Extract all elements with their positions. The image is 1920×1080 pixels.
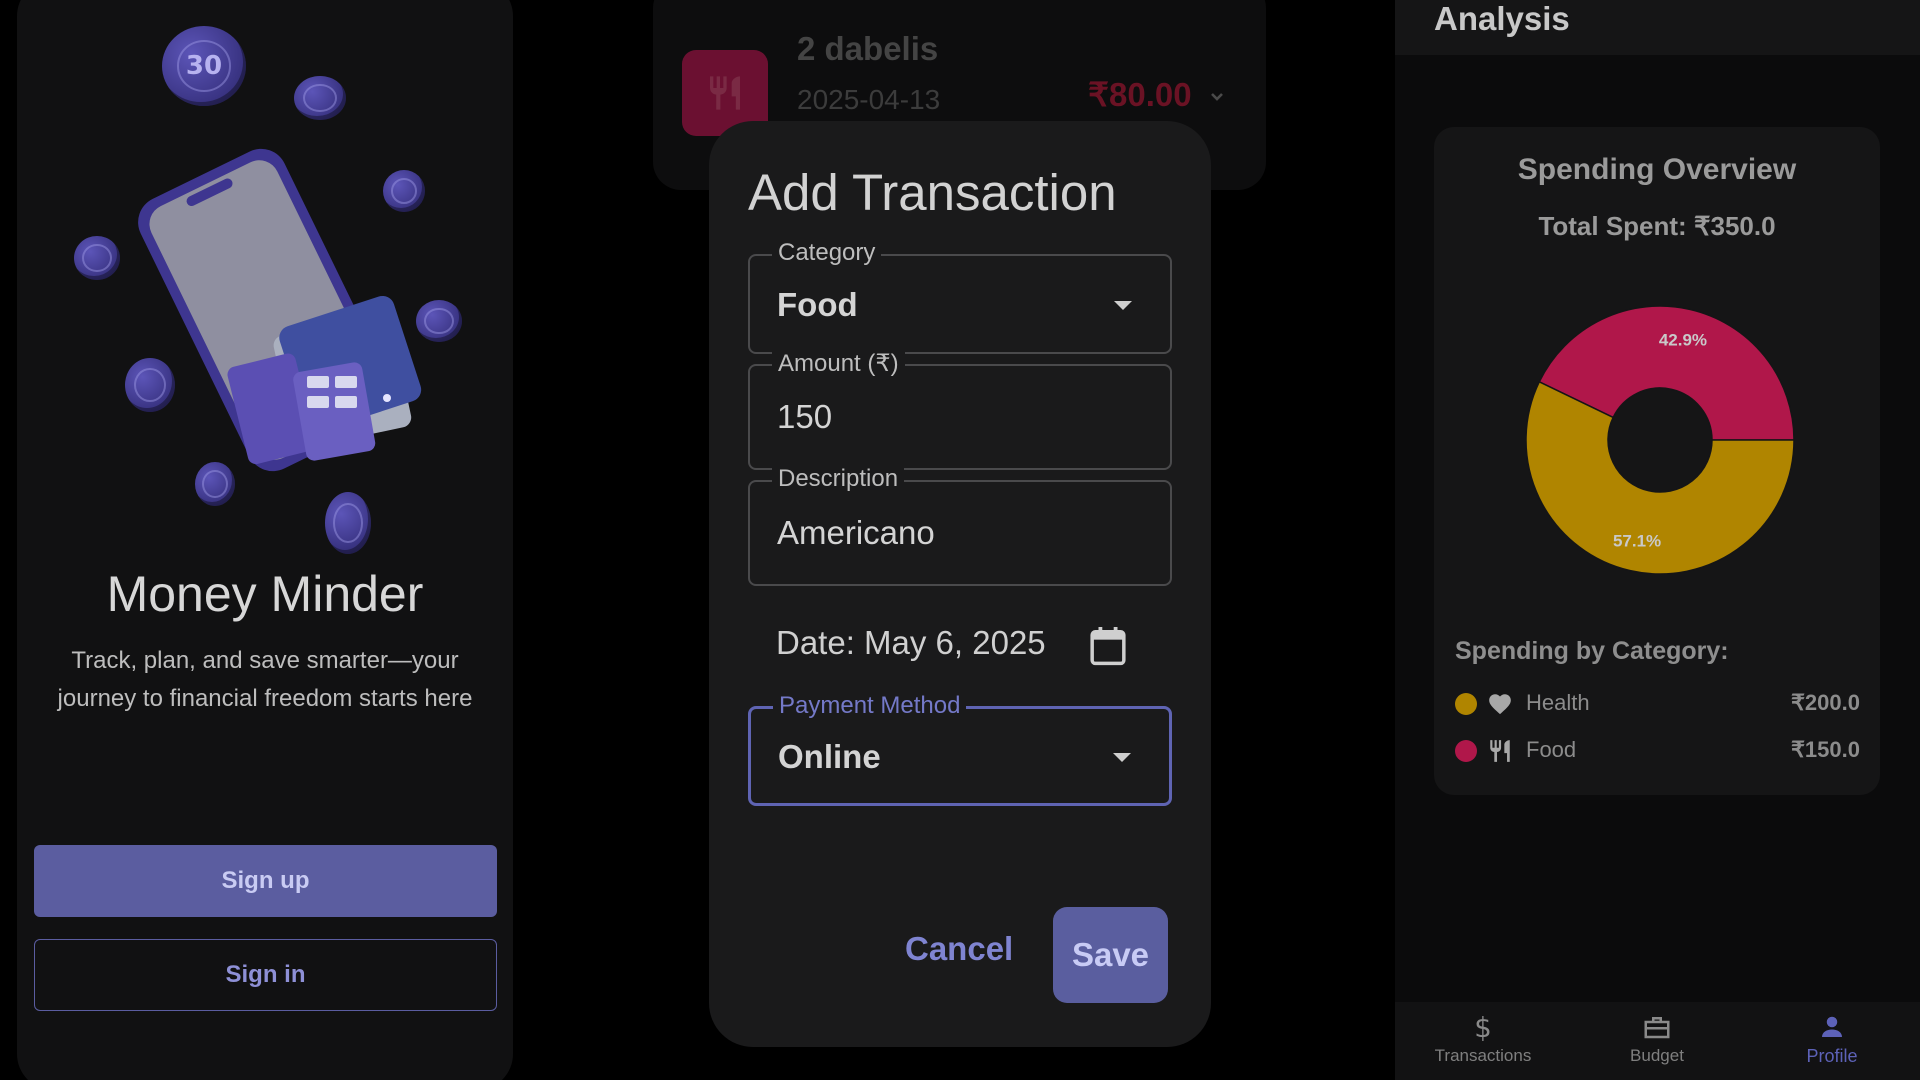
nav-label: Profile	[1806, 1046, 1858, 1066]
dropdown-arrow-icon	[1113, 753, 1131, 762]
category-amount: ₹200.0	[1790, 690, 1860, 715]
sign-up-button[interactable]: Sign up	[34, 845, 497, 917]
nav-item-profile[interactable]: Profile	[1762, 1012, 1902, 1067]
amount-label: Amount (₹)	[772, 349, 905, 378]
category-row-health: Health ₹200.0	[1455, 689, 1860, 719]
category-name: Food	[1526, 737, 1577, 762]
description-label: Description	[772, 465, 905, 493]
description-field[interactable]: Description Americano	[748, 465, 1172, 586]
transaction-date: 2025-04-13	[797, 84, 941, 115]
donut-label-food: 42.9%	[1659, 331, 1707, 350]
hero-illustration: 30	[17, 0, 513, 580]
transaction-amount: ₹80.00	[1088, 76, 1192, 113]
app-tagline: Track, plan, and save smarter—your journ…	[57, 647, 473, 712]
nav-label: Budget	[1630, 1046, 1684, 1065]
svg-text:$: $	[1474, 1012, 1492, 1042]
category-value: Food	[777, 286, 858, 323]
total-spent: Total Spent: ₹350.0	[1538, 211, 1776, 241]
amount-field[interactable]: Amount (₹) 150	[748, 349, 1172, 470]
transaction-name: 2 dabelis	[797, 30, 939, 67]
briefcase-icon	[1644, 1017, 1670, 1039]
payment-method-dropdown[interactable]: Payment Method Online	[748, 692, 1172, 806]
coin-badge-icon: 30	[162, 26, 246, 106]
category-name: Health	[1526, 690, 1590, 715]
coin-icon	[74, 236, 120, 280]
description-value: Americano	[777, 514, 935, 551]
person-icon	[1822, 1016, 1842, 1037]
overview-title: Spending Overview	[1517, 153, 1797, 186]
by-category-heading: Spending by Category:	[1455, 637, 1729, 665]
coin-badge-text: 30	[177, 40, 231, 92]
category-dropdown[interactable]: Category Food	[748, 239, 1172, 354]
app-title: Money Minder	[106, 566, 424, 622]
legend-dot	[1455, 740, 1477, 762]
save-button[interactable]: Save	[1053, 907, 1168, 1003]
spending-donut-chart: 42.9% 57.1%	[1525, 305, 1795, 575]
calendar-icon[interactable]	[1089, 625, 1127, 667]
payment-method-label: Payment Method	[773, 692, 967, 720]
coin-icon	[325, 492, 371, 554]
chevron-down-icon[interactable]	[1205, 85, 1229, 109]
sign-in-button[interactable]: Sign in	[34, 939, 497, 1011]
phone-wallet-illustration	[138, 148, 422, 472]
category-label: Category	[772, 239, 882, 267]
cancel-button[interactable]: Cancel	[905, 930, 1013, 968]
dollar-icon: $	[1474, 1012, 1492, 1042]
heart-icon	[1489, 694, 1511, 715]
payment-method-value: Online	[778, 738, 881, 775]
nav-label: Transactions	[1434, 1046, 1532, 1065]
fork-knife-icon	[1490, 740, 1510, 762]
nav-item-budget[interactable]: Budget	[1587, 1012, 1727, 1066]
dropdown-arrow-icon	[1114, 301, 1132, 310]
date-text: Date: May 6, 2025	[776, 624, 1046, 661]
category-row-food: Food ₹150.0	[1455, 736, 1860, 766]
nav-item-transactions[interactable]: $ Transactions	[1413, 1012, 1553, 1066]
amount-value: 150	[777, 398, 833, 435]
category-amount: ₹150.0	[1790, 737, 1860, 762]
legend-dot	[1455, 693, 1477, 715]
dialog-title: Add Transaction	[748, 164, 1117, 221]
page-title: Analysis	[1434, 0, 1570, 37]
coin-icon	[294, 76, 346, 120]
donut-label-health: 57.1%	[1613, 531, 1661, 550]
